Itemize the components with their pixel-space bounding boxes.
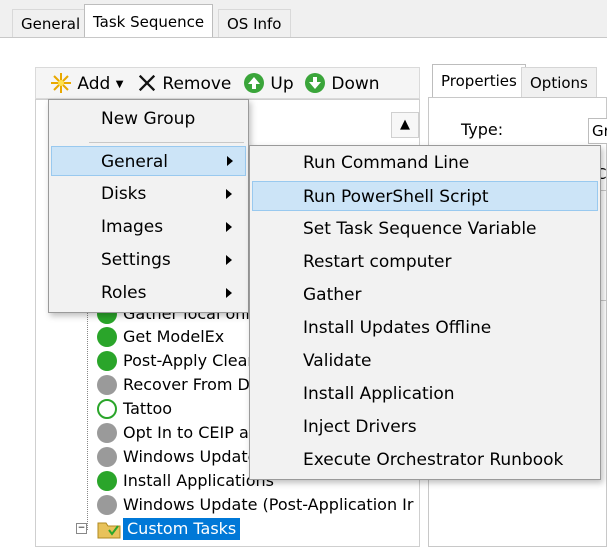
gray-check-icon <box>97 422 117 443</box>
arrow-up-icon <box>244 73 264 93</box>
gray-check-icon <box>97 446 117 467</box>
tree-group-custom-tasks[interactable]: Custom Tasks <box>123 518 241 540</box>
folder-icon <box>97 522 121 539</box>
menu-item-label: Roles <box>101 283 147 303</box>
tree-item-opt-in-ceip[interactable]: Opt In to CEIP an <box>97 421 259 445</box>
menu-item-label: Images <box>101 217 164 237</box>
add-button[interactable]: Add ▼ <box>50 68 123 100</box>
general-submenu: Run Command Line Run PowerShell Script S… <box>249 145 601 480</box>
tree-item-get-modelex[interactable]: Get ModelEx <box>97 325 224 349</box>
tree-item-label: Recover From Do <box>123 375 260 394</box>
tree-item-tattoo[interactable]: Tattoo <box>97 397 172 421</box>
up-label: Up <box>270 74 294 94</box>
tree-item-post-apply-cleanup[interactable]: Post-Apply Clear <box>97 349 254 373</box>
submenu-arrow-icon <box>226 255 232 265</box>
tree-item-label: Tattoo <box>123 399 173 418</box>
tree-item-windows-update-post[interactable]: Windows Update (Post-Application Ir <box>97 493 413 517</box>
tree-item-label: Opt In to CEIP an <box>123 423 259 442</box>
sparkle-icon <box>51 73 71 93</box>
tree-item-label: Post-Apply Clear <box>123 351 254 370</box>
tree-item-install-applications[interactable]: Install Applications <box>97 469 274 493</box>
tree-item-label: Windows Update <box>123 447 258 466</box>
menu-item-inject-drivers[interactable]: Inject Drivers <box>252 412 598 442</box>
menu-item-restart-computer[interactable]: Restart computer <box>252 247 598 277</box>
remove-x-icon <box>138 74 156 92</box>
menu-item-new-group[interactable]: New Group <box>51 104 246 134</box>
outline-check-icon <box>97 398 117 419</box>
menu-item-general[interactable]: General <box>51 146 246 176</box>
arrow-down-icon <box>305 73 325 93</box>
gray-check-icon <box>97 494 117 515</box>
menu-item-install-application[interactable]: Install Application <box>252 379 598 409</box>
menu-item-images[interactable]: Images <box>51 212 246 242</box>
tree-item-label: Windows Update (Post-Application Ir <box>123 495 414 514</box>
green-check-icon <box>97 350 117 371</box>
menu-separator <box>89 142 244 143</box>
tree-item-windows-update[interactable]: Windows Update <box>97 445 257 469</box>
tab-task-sequence[interactable]: Task Sequence <box>84 4 214 38</box>
tree-item-label: Get ModelEx <box>123 327 225 346</box>
green-check-icon <box>97 326 117 347</box>
tab-general[interactable]: General <box>12 9 90 37</box>
submenu-arrow-icon <box>226 189 232 199</box>
toolbar: Add ▼ Remove Up Down <box>35 67 420 99</box>
menu-item-set-task-sequence-variable[interactable]: Set Task Sequence Variable <box>252 214 598 244</box>
tab-os-info[interactable]: OS Info <box>218 9 291 37</box>
submenu-arrow-icon <box>226 222 232 232</box>
menu-item-disks[interactable]: Disks <box>51 179 246 209</box>
add-label: Add <box>77 74 111 94</box>
tab-options[interactable]: Options <box>521 67 597 97</box>
menu-item-settings[interactable]: Settings <box>51 245 246 275</box>
tree-connector <box>87 300 89 530</box>
chevron-up-icon: ▲ <box>400 117 410 132</box>
menu-item-run-powershell-script[interactable]: Run PowerShell Script <box>252 181 598 211</box>
gray-check-icon <box>97 374 117 395</box>
down-label: Down <box>331 74 380 94</box>
menu-item-install-updates-offline[interactable]: Install Updates Offline <box>252 313 598 343</box>
menu-item-run-command-line[interactable]: Run Command Line <box>252 148 598 178</box>
remove-label: Remove <box>162 74 232 94</box>
submenu-arrow-icon <box>227 156 233 166</box>
menu-item-label: Disks <box>101 184 147 204</box>
chevron-down-icon: ▼ <box>115 79 124 90</box>
submenu-arrow-icon <box>226 288 232 298</box>
up-button[interactable]: Up <box>243 68 294 100</box>
menu-item-gather[interactable]: Gather <box>252 280 598 310</box>
type-value-field[interactable]: Gr <box>588 118 607 144</box>
menu-item-label: Settings <box>101 250 171 270</box>
tab-properties[interactable]: Properties <box>432 64 526 97</box>
add-menu: New Group General Disks Images Settings … <box>48 99 249 313</box>
type-label: Type: <box>461 120 504 139</box>
menu-item-validate[interactable]: Validate <box>252 346 598 376</box>
menu-item-execute-orchestrator-runbook[interactable]: Execute Orchestrator Runbook <box>252 445 598 475</box>
menu-item-label: General <box>101 152 168 172</box>
tree-item-recover-from-domain[interactable]: Recover From Do <box>97 373 260 397</box>
green-check-icon <box>97 470 117 491</box>
collapse-toggle[interactable]: − <box>76 523 87 534</box>
remove-button[interactable]: Remove <box>137 68 231 100</box>
menu-item-roles[interactable]: Roles <box>51 278 246 308</box>
down-button[interactable]: Down <box>304 68 380 100</box>
scroll-up-button[interactable]: ▲ <box>391 112 419 138</box>
